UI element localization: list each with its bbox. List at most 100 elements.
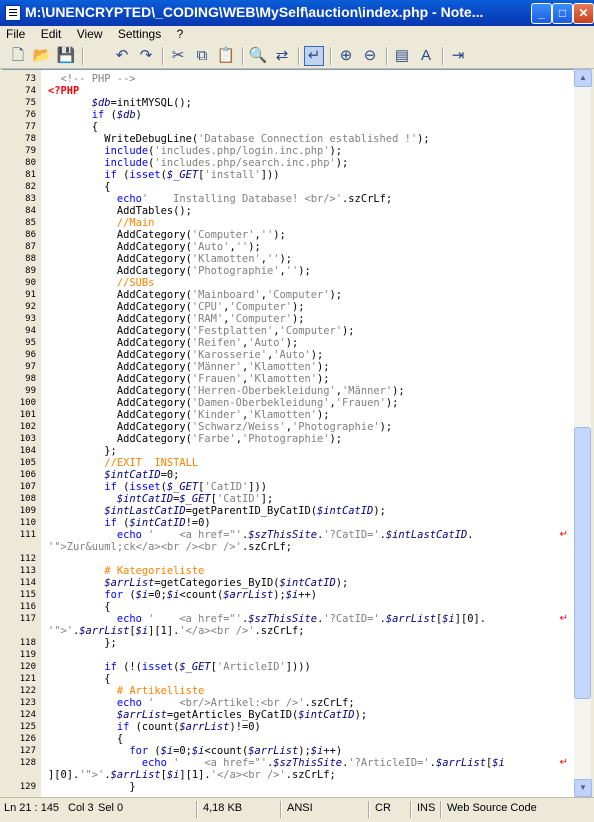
code-token: !=0) xyxy=(185,517,211,529)
line-number: 112 xyxy=(19,554,36,564)
zoom-in-icon[interactable]: ⊕ xyxy=(336,46,356,66)
status-position: Ln 21 : 145 xyxy=(4,802,60,814)
code-token: (count( xyxy=(129,721,180,733)
code-token: $arrList xyxy=(385,613,436,625)
paste-icon[interactable]: 📋 xyxy=(216,46,236,66)
code-token: 'Computer' xyxy=(266,289,330,301)
redo-icon[interactable]: ↷ xyxy=(136,46,156,66)
menu-edit[interactable]: Edit xyxy=(35,26,68,42)
line-number: 90 xyxy=(25,278,36,288)
code-token: =0; xyxy=(160,469,180,481)
find-icon[interactable]: 🔍 xyxy=(248,46,268,66)
replace-icon[interactable]: ⇄ xyxy=(272,46,292,66)
menu-settings[interactable]: Settings xyxy=(112,26,167,42)
word-wrap-icon[interactable]: ↵ xyxy=(304,46,324,66)
code-token: 'Photographie' xyxy=(241,433,330,445)
vertical-scrollbar[interactable]: ▲ ▼ xyxy=(574,69,592,797)
notepad-app-icon[interactable] xyxy=(5,5,21,21)
code-token: ); xyxy=(273,589,286,601)
code-token: 'Computer' xyxy=(229,313,292,325)
code-line: <!-- PHP --> xyxy=(48,73,136,85)
code-token: for xyxy=(129,745,149,757)
menu-view[interactable]: View xyxy=(71,26,109,42)
line-number: 104 xyxy=(19,446,36,456)
code-token: $intCatID xyxy=(279,577,336,589)
code-token: <count( xyxy=(204,745,249,757)
code-token: '">' xyxy=(48,625,74,637)
title-bar[interactable]: M:\UNENCRYPTED\_CODING\WEB\MySelf\auctio… xyxy=(0,0,594,26)
save-icon[interactable]: 💾 xyxy=(56,46,76,66)
code-token: $arrList xyxy=(179,721,230,733)
status-encoding: ANSI xyxy=(287,802,313,814)
line-number: 120 xyxy=(19,662,36,672)
close-button[interactable]: ✕ xyxy=(573,3,594,24)
minimize-button[interactable]: _ xyxy=(531,3,552,24)
code-token: ++) xyxy=(298,589,318,601)
toolbar: 🗋 📂 💾 ↶ ↷ ✂ ⧉ 📋 🔍 ⇄ ↵ ⊕ ⊖ ▤ A ⇥ xyxy=(0,44,594,69)
code-token: ); xyxy=(385,397,399,409)
code-token: $szThisSite xyxy=(248,529,318,541)
line-number: 126 xyxy=(19,734,36,744)
status-scheme: Web Source Code xyxy=(447,802,537,814)
code-token: AddCategory( xyxy=(48,265,192,277)
scroll-down-button[interactable]: ▼ xyxy=(574,779,592,797)
maximize-button[interactable]: □ xyxy=(552,3,573,24)
window-title: M:\UNENCRYPTED\_CODING\WEB\MySelf\auctio… xyxy=(25,4,484,20)
code-line: //EXIT INSTALL xyxy=(48,457,198,469)
cut-icon[interactable]: ✂ xyxy=(168,46,188,66)
code-token: ); xyxy=(248,241,261,253)
code-token: 'Farbe' xyxy=(191,433,236,445)
zoom-out-icon[interactable]: ⊖ xyxy=(360,46,380,66)
code-token: ]; xyxy=(260,493,274,505)
code-token: AddCategory( xyxy=(48,337,192,349)
code-line: AddCategory('Herren-Oberbekleidung','Män… xyxy=(48,385,405,397)
scroll-up-button[interactable]: ▲ xyxy=(574,69,592,87)
code-token: ); xyxy=(373,505,386,517)
line-number: 98 xyxy=(25,374,36,384)
exit-icon[interactable]: ⇥ xyxy=(448,46,468,66)
code-token: 'CatID' xyxy=(204,481,249,493)
code-token: $arrList xyxy=(79,625,130,637)
code-token: $intLastCatID xyxy=(104,505,186,517)
status-ins: INS xyxy=(417,802,436,814)
code-token: ); xyxy=(335,577,349,589)
code-token: (!( xyxy=(116,661,142,673)
code-token: ); xyxy=(292,313,305,325)
line-number: 129 xyxy=(19,782,36,792)
copy-icon[interactable]: ⧉ xyxy=(192,46,212,66)
code-token: 'includes.php/search.inc.php' xyxy=(154,157,336,169)
undo-icon[interactable]: ↶ xyxy=(112,46,132,66)
scrollbar-thumb[interactable] xyxy=(574,427,591,699)
code-token: '?CatID=' xyxy=(323,529,380,541)
code-token: $db xyxy=(91,97,111,109)
code-token: ( xyxy=(123,589,136,601)
new-icon[interactable]: 🗋 xyxy=(8,46,28,66)
code-line: { xyxy=(48,733,123,745)
scheme-icon[interactable]: ▤ xyxy=(392,46,412,66)
code-editor[interactable]: 73 74 75 76 77 78 79 80 81 82 83 84 85 86 87 88 89 90 91 92… xyxy=(2,69,574,797)
code-token: ])) xyxy=(248,481,268,493)
code-token: if xyxy=(116,721,130,733)
code-token: ( xyxy=(116,517,130,529)
code-token: //Main xyxy=(116,217,155,229)
open-icon[interactable]: 📂 xyxy=(32,46,52,66)
line-number: 107 xyxy=(19,482,36,492)
font-icon[interactable]: A xyxy=(416,46,436,66)
code-token: 'Computer' xyxy=(191,229,255,241)
code-token: '?ArticleID=' xyxy=(348,757,430,769)
code-token: ); xyxy=(354,709,368,721)
code-token: $i xyxy=(191,745,205,757)
code-token: 'includes.php/login.inc.php' xyxy=(154,145,330,157)
code-line: }; xyxy=(48,637,117,649)
menu-help[interactable]: ? xyxy=(171,26,190,42)
line-number: 91 xyxy=(25,290,36,300)
menu-file[interactable]: File xyxy=(0,26,31,42)
